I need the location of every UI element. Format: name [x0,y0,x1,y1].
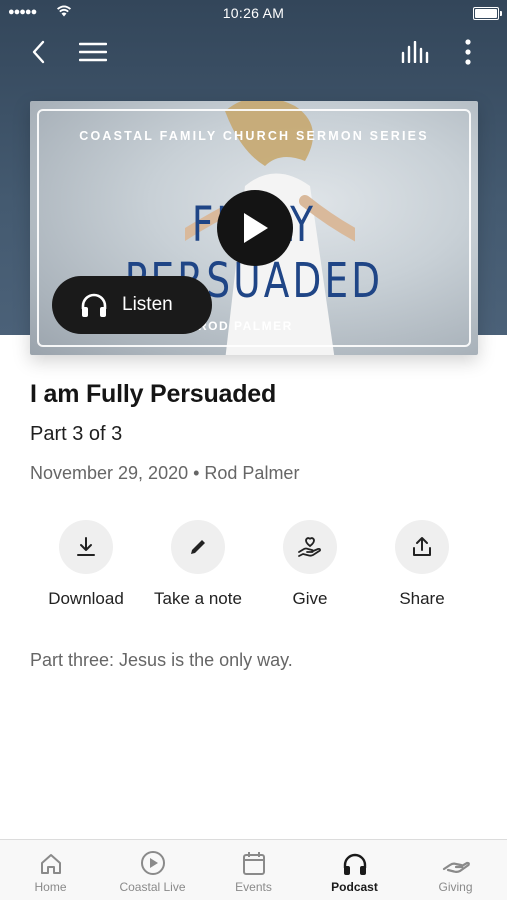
play-button[interactable] [217,190,293,266]
download-icon [77,537,95,556]
calendar-icon [242,852,265,875]
tab-home[interactable]: Home [0,840,101,900]
tab-events-label: Events [235,880,272,894]
sermon-details: I am Fully Persuaded Part 3 of 3 Novembe… [30,380,477,484]
giving-hand-icon [442,861,470,873]
give-hand-heart-icon [298,537,321,557]
tab-events[interactable]: Events [203,840,304,900]
headphones-icon [343,853,366,875]
more-vertical-icon [465,39,471,65]
share-icon [413,537,431,556]
menu-button[interactable] [78,38,108,66]
chevron-left-icon [32,40,45,64]
audio-levels-button[interactable] [398,38,432,66]
tab-home-label: Home [34,880,67,894]
artwork-series-text: COASTAL FAMILY CHURCH SERMON SERIES [79,129,429,143]
pencil-icon [191,540,205,554]
listen-label: Listen [122,294,173,315]
tab-bar: Home Coastal Live Events Podcast Giving [0,839,507,900]
play-circle-icon [140,851,165,875]
download-label: Download [48,589,124,608]
listen-button[interactable]: Listen [52,276,212,334]
tab-coastal-live-label: Coastal Live [119,880,186,894]
play-icon [244,213,268,243]
home-icon [40,854,61,874]
download-circle [59,520,113,574]
artwork-speaker-text: ROD PALMER [198,319,293,333]
give-circle [283,520,337,574]
take-note-circle [171,520,225,574]
action-row: Download Take a note Give Share [28,520,478,615]
back-button[interactable] [24,38,52,66]
headphones-icon [81,293,107,317]
tab-giving-label: Giving [438,880,473,894]
share-label: Share [399,589,445,608]
more-options-button[interactable] [456,38,480,66]
give-button[interactable]: Give [254,520,366,609]
tab-coastal-live[interactable]: Coastal Live [102,840,203,900]
status-time: 10:26 AM [222,5,285,21]
download-button[interactable]: Download [30,520,142,609]
battery-icon [473,7,502,20]
sermon-description: Part three: Jesus is the only way. [30,650,293,670]
give-label: Give [292,589,328,608]
take-note-button[interactable]: Take a note [142,520,254,609]
share-circle [395,520,449,574]
sermon-meta: November 29, 2020 • Rod Palmer [30,463,300,483]
audio-levels-icon [401,41,429,63]
sermon-title: I am Fully Persuaded [30,380,277,408]
take-note-label: Take a note [154,589,242,608]
status-bar: ●●●●● 10:26 AM [0,0,507,28]
tab-podcast-label: Podcast [331,880,378,894]
share-button[interactable]: Share [366,520,478,609]
sermon-part: Part 3 of 3 [30,423,123,445]
tab-giving[interactable]: Giving [405,840,506,900]
tab-podcast[interactable]: Podcast [304,840,405,900]
hamburger-icon [79,42,107,62]
